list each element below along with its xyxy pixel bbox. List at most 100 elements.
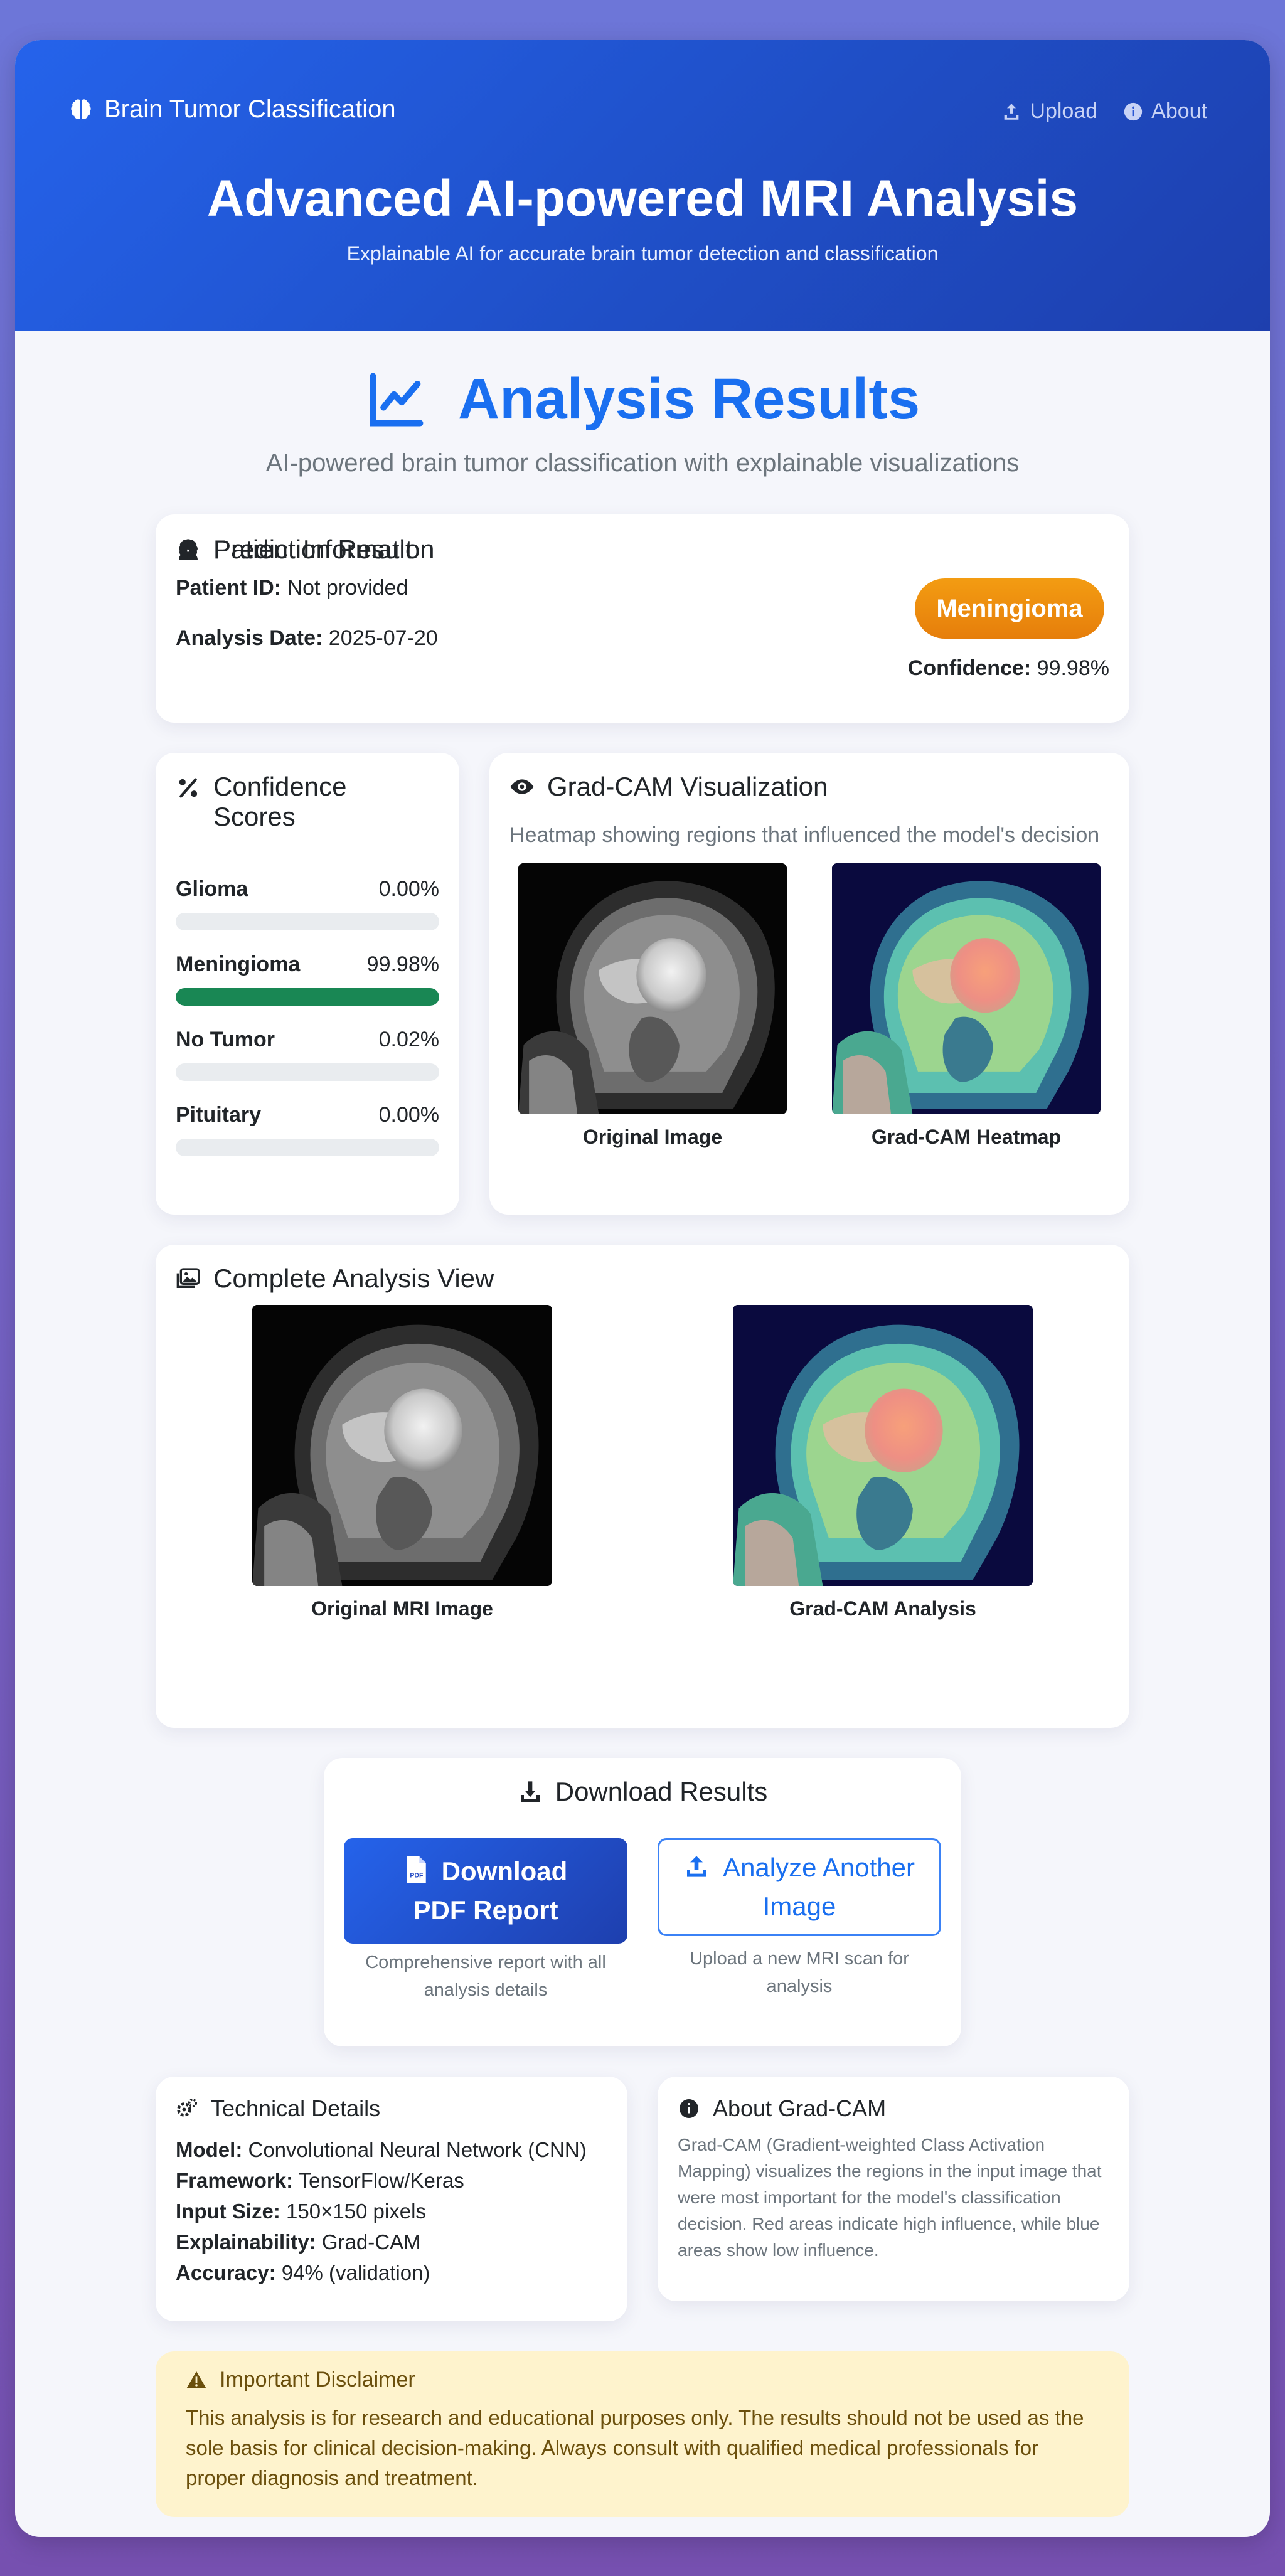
tech-label: Input Size: — [176, 2200, 280, 2223]
heatmap-caption: Grad-CAM Heatmap — [871, 1126, 1062, 1148]
score-label: Pituitary — [176, 1103, 262, 1127]
info-icon — [680, 2099, 698, 2118]
download-heading: Download Results — [324, 1777, 961, 1807]
tech-row-input-size: Input Size: 150×150 pixels — [176, 2196, 587, 2227]
nav-about[interactable]: About — [1122, 99, 1207, 124]
analyze-another-line2: Image — [762, 1892, 836, 1921]
tech-row-accuracy: Accuracy: 94% (validation) — [176, 2257, 587, 2288]
score-bar — [176, 913, 439, 930]
results-title-text: Analysis Results — [457, 367, 920, 431]
download-icon — [520, 1781, 540, 1802]
download-pdf-button[interactable]: PDF Download PDF Report — [344, 1838, 627, 1944]
prediction-heading-text: Prediction Result — [213, 535, 413, 564]
score-value: 0.00% — [378, 877, 439, 901]
download-pdf-label: PDF Download PDF Report — [404, 1852, 568, 1930]
analyze-another-button[interactable]: Analyze Another Image — [658, 1838, 941, 1936]
prediction-confidence: Confidence: 99.98% — [908, 656, 1109, 681]
nav-upload-label: Upload — [1030, 99, 1098, 123]
confidence-scores-heading-text: Confidence Scores — [213, 772, 347, 831]
patient-id-label: Patient ID: — [176, 576, 282, 600]
original-image-figure: Original Image — [518, 863, 787, 1149]
analyze-another-note: Upload a new MRI scan for analysis — [690, 1949, 909, 1996]
technical-details-list: Model: Convolutional Neural Network (CNN… — [176, 2134, 587, 2288]
analyze-another-label: Analyze Another Image — [684, 1848, 915, 1926]
brain-icon — [179, 540, 198, 558]
download-pdf-line1: Download — [441, 1856, 568, 1886]
svg-text:PDF: PDF — [410, 1871, 424, 1879]
disclaimer-text: This analysis is for research and educat… — [186, 2406, 1084, 2489]
file-pdf-icon: PDF — [407, 1856, 426, 1883]
images-icon — [176, 1268, 200, 1288]
upload-icon — [1005, 103, 1019, 120]
results-title: Analysis Results — [15, 366, 1270, 432]
brand-name: Brain Tumor Classification — [104, 95, 396, 123]
percent-icon — [179, 778, 198, 798]
tech-value: 150×150 pixels — [286, 2200, 426, 2223]
complete-gradcam-figure: Grad-CAM Analysis — [733, 1305, 1033, 1621]
nav-about-label: About — [1151, 99, 1207, 123]
about-gradcam-card: About Grad-CAM Grad-CAM (Gradient-weight… — [658, 2077, 1129, 2301]
score-bar — [176, 1139, 439, 1156]
gears-icon — [177, 2098, 198, 2117]
score-value: 0.02% — [378, 1028, 439, 1051]
confidence-scores-heading: Confidence Scores — [176, 772, 402, 832]
complete-analysis-card: Complete Analysis View Original MRI Imag… — [156, 1245, 1129, 1728]
tech-row-explainability: Explainability: Grad-CAM — [176, 2227, 587, 2257]
about-gradcam-text: Grad-CAM (Gradient-weighted Class Activa… — [678, 2135, 1102, 2260]
tech-row-framework: Framework: TensorFlow/Keras — [176, 2165, 587, 2196]
score-value: 99.98% — [366, 952, 439, 976]
complete-gradcam-caption: Grad-CAM Analysis — [789, 1597, 976, 1620]
analysis-date-value: 2025-07-20 — [328, 626, 438, 650]
hero-title: Advanced AI-powered MRI Analysis — [206, 170, 1079, 227]
download-heading-text: Download Results — [555, 1777, 768, 1806]
confidence-scores-card: Confidence Scores Glioma 0.00% Meningioma… — [156, 753, 459, 1215]
prediction-badge: Meningioma — [915, 578, 1104, 639]
score-bar — [176, 988, 439, 1006]
upload-icon — [687, 1856, 706, 1877]
complete-original-caption: Original MRI Image — [311, 1597, 493, 1620]
patient-id: Patient ID: Not provided — [176, 576, 408, 600]
nav-upload[interactable]: Upload — [1001, 99, 1097, 124]
app-container: Brain Tumor Classification Upload About … — [15, 40, 1270, 2537]
disclaimer-heading-text: Important Disclaimer — [220, 2368, 415, 2392]
top-nav: Upload About — [1001, 99, 1207, 124]
results-subtitle: AI-powered brain tumor classification wi… — [265, 449, 1020, 477]
score-glioma: Glioma 0.00% — [176, 877, 439, 930]
brand[interactable]: Brain Tumor Classification — [68, 95, 396, 124]
about-gradcam-heading-text: About Grad-CAM — [713, 2095, 887, 2121]
score-no-tumor: No Tumor 0.02% — [176, 1028, 439, 1081]
heatmap-figure: Grad-CAM Heatmap — [832, 863, 1101, 1149]
patient-card: Patient Information Patient ID: Not prov… — [156, 514, 1129, 723]
technical-details-heading-text: Technical Details — [211, 2095, 381, 2121]
patient-id-value: Not provided — [287, 576, 408, 600]
original-image-caption: Original Image — [582, 1126, 723, 1148]
gradcam-card: Grad-CAM Visualization Heatmap showing r… — [489, 753, 1129, 1215]
tech-row-model: Model: Convolutional Neural Network (CNN… — [176, 2134, 587, 2165]
score-bar — [176, 1063, 439, 1081]
score-label: Meningioma — [176, 952, 301, 976]
complete-gradcam-image — [733, 1305, 1033, 1586]
tech-value: Convolutional Neural Network (CNN) — [248, 2138, 587, 2161]
warning-icon — [186, 2371, 206, 2388]
score-label: Glioma — [176, 877, 248, 901]
download-card: Download Results PDF Download PDF Report … — [324, 1758, 961, 2046]
complete-original-figure: Original MRI Image — [252, 1305, 552, 1621]
tech-label: Accuracy: — [176, 2261, 276, 2284]
original-mri-image — [518, 863, 787, 1114]
prediction-heading: Prediction Result — [176, 535, 1109, 565]
about-gradcam-heading: About Grad-CAM — [678, 2095, 886, 2122]
score-meningioma: Meningioma 99.98% — [176, 952, 439, 1006]
tech-value: Grad-CAM — [321, 2230, 421, 2254]
tech-value: TensorFlow/Keras — [298, 2169, 464, 2192]
disclaimer-heading: Important Disclaimer — [186, 2368, 415, 2392]
confidence-label: Confidence: — [907, 656, 1032, 680]
disclaimer-card: Important Disclaimer This analysis is fo… — [156, 2351, 1129, 2517]
score-bar-fill — [176, 988, 439, 1006]
tech-label: Model: — [176, 2138, 243, 2161]
download-pdf-line2: PDF Report — [413, 1895, 558, 1925]
complete-heading: Complete Analysis View — [176, 1264, 494, 1294]
chart-line-icon — [370, 373, 424, 426]
complete-heading-text: Complete Analysis View — [213, 1264, 494, 1293]
analysis-date-label: Analysis Date: — [176, 626, 323, 650]
technical-details-heading: Technical Details — [176, 2095, 380, 2122]
